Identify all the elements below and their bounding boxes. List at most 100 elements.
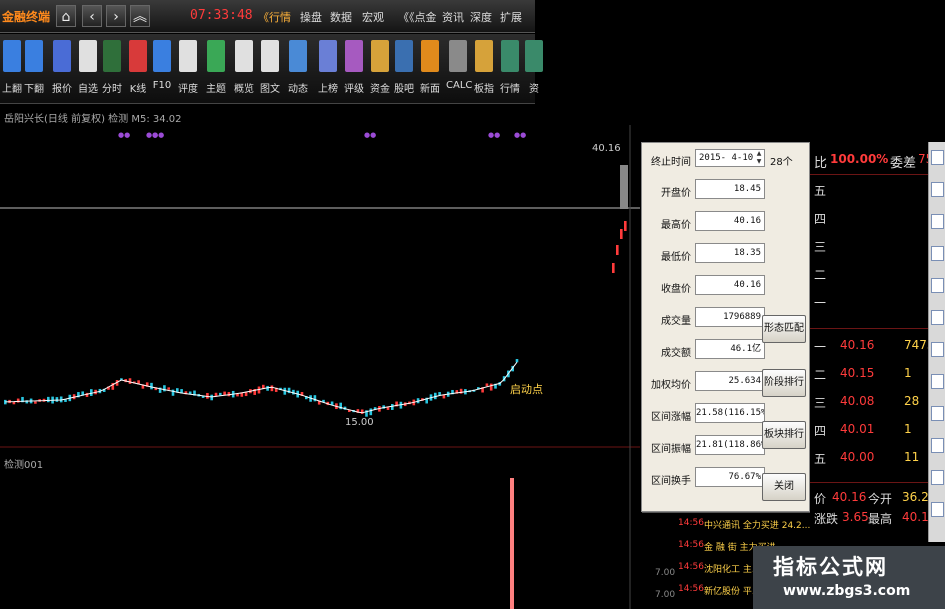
toolbar-button-20[interactable]: 资 [522,40,546,95]
toolbar-label: 资金 [370,84,390,95]
toolbar-button-4[interactable]: 分时 [100,40,124,95]
doc-icon[interactable] [931,470,944,485]
menu-news[interactable]: 资讯 [442,9,464,25]
table-doc-icon[interactable] [931,278,944,293]
toolbar-button-3[interactable]: 自选 [76,40,100,95]
news-item[interactable]: 中兴通讯 全力买进 24.2... [704,518,810,531]
interval-stats-dialog: 终止时间 2015- 4-10 ▲ ▼ 28个 开盘价 18.45 最高价 40.16 最… [641,142,810,512]
stat-value[interactable]: 18.35 [695,243,765,263]
count-label: 28个 [770,157,793,168]
stat-value[interactable]: 1796889 [695,307,765,327]
buy-level-label: 三 [814,396,827,410]
sector-rank-button[interactable]: 板块排行 [762,421,806,449]
toolbar-button-0[interactable]: 上翻 [0,40,24,95]
toolbar-button-2[interactable]: 报价 [50,40,74,95]
menu-depth[interactable]: 深度 [470,9,492,25]
fd-doc-icon[interactable] [931,406,944,421]
toolbar-button-6[interactable]: F10 [150,40,174,91]
change-label: 涨跌 [814,512,839,526]
candle [55,397,59,402]
toolbar-button-17[interactable]: CALC [446,40,472,91]
chart-doc-icon[interactable] [931,150,944,165]
menu-dianjin[interactable]: 《《点金 [398,9,437,25]
toolbar-button-5[interactable]: K线 [126,40,150,95]
stage-rank-button[interactable]: 阶段排行 [762,369,806,397]
trend-doc-icon[interactable] [931,182,944,197]
sell-level-label: 三 [814,240,827,254]
stat-row: 最高价 40.16 [647,209,807,235]
stat-value[interactable]: 46.1亿 [695,339,765,359]
f6-icon [79,40,97,72]
chevron-right-icon[interactable]: › [106,5,126,27]
news-item[interactable]: 新亿股份 平... [704,584,760,597]
page-icon[interactable] [931,502,944,517]
stat-value[interactable]: 76.67% [695,467,765,487]
menu-extend[interactable]: 扩展 [500,9,522,25]
stat-value[interactable]: 21.81(118.86%) [695,435,765,455]
stat-value[interactable]: 25.634 [695,371,765,391]
chart-title: 岳阳兴长(日线 前复权) 检测 M5: 34.02 [4,114,182,125]
toolbar-button-19[interactable]: 行情 [498,40,522,95]
toolbar-button-16[interactable]: 新面 [418,40,442,95]
toolbar-button-13[interactable]: 评级 [342,40,366,95]
menu-macro[interactable]: 宏观 [362,9,384,25]
candle [150,382,153,390]
double-chevron-up-icon[interactable]: ︽ [130,5,150,27]
news-item[interactable]: 沈阳化工 主... [704,562,760,575]
menu-trading[interactable]: 操盘 [300,9,322,25]
toolbar-button-15[interactable]: 股吧 [392,40,416,95]
toolbar-label: F10 [152,80,172,91]
doc-icon[interactable] [931,374,944,389]
toolbar-label: 新面 [420,84,440,95]
candle [223,391,226,396]
doc-icon[interactable] [931,310,944,325]
candle [612,263,615,273]
f10-icon [153,40,171,72]
toolbar-button-7[interactable]: 评度 [176,40,200,95]
chart-doc-icon[interactable] [931,214,944,229]
home-icon[interactable]: ⌂ [56,5,76,27]
candle [386,407,390,410]
sell-level-label: 五 [814,184,827,198]
candle [515,359,519,363]
f10-doc-icon[interactable] [931,246,944,261]
toolbar-button-9[interactable]: 概览 [232,40,256,95]
price-high-label: 40.16 [592,143,621,154]
menu-market[interactable]: 《行情 [258,9,291,25]
toolbar-button-14[interactable]: 资金 [368,40,392,95]
candle [391,404,394,410]
f10-doc-icon[interactable] [931,342,944,357]
stat-value[interactable]: 18.45 [695,179,765,199]
scroll-handle[interactable] [620,165,628,209]
stat-label: 区间振幅 [651,444,691,455]
kline-chart[interactable]: ●● ●●●● ●● ●● ●● 40.16 15.00 启动点 [0,125,640,609]
ad-doc-icon[interactable] [931,438,944,453]
toolbar-button-1[interactable]: 下翻 [22,40,46,95]
stat-value[interactable]: 40.16 [695,211,765,231]
toolbar-button-12[interactable]: 上榜 [316,40,340,95]
calculator-icon [449,40,467,72]
candle [616,245,619,255]
arrow-down-icon [25,40,43,72]
indicator-label: 检测001 [4,460,44,471]
toolbar-button-8[interactable]: 主题 [204,40,228,95]
list-icon [525,40,543,72]
chevron-left-icon[interactable]: ‹ [82,5,102,27]
toolbar-label: 报价 [52,84,72,95]
pattern-match-button[interactable]: 形态匹配 [762,315,806,343]
toolbar-button-11[interactable]: 动态 [286,40,310,95]
news-time: 14:56 [678,584,704,594]
toolbar-button-10[interactable]: 图文 [258,40,282,95]
watermark-url: www.zbgs3.com [783,583,911,599]
toolbar-button-18[interactable]: 板指 [472,40,496,95]
buy-price: 40.00 [840,450,875,464]
buy-level-label: 五 [814,452,827,466]
toolbar-label: 图文 [260,84,280,95]
stat-value[interactable]: 21.58(116.15%) [695,403,765,423]
stat-value[interactable]: 40.16 [695,275,765,295]
menu-data[interactable]: 数据 [330,9,352,25]
close-button[interactable]: 关闭 [762,473,806,501]
date-spinner-icon[interactable]: ▲ ▼ [754,150,764,166]
candle [206,392,209,399]
candle [210,394,213,401]
